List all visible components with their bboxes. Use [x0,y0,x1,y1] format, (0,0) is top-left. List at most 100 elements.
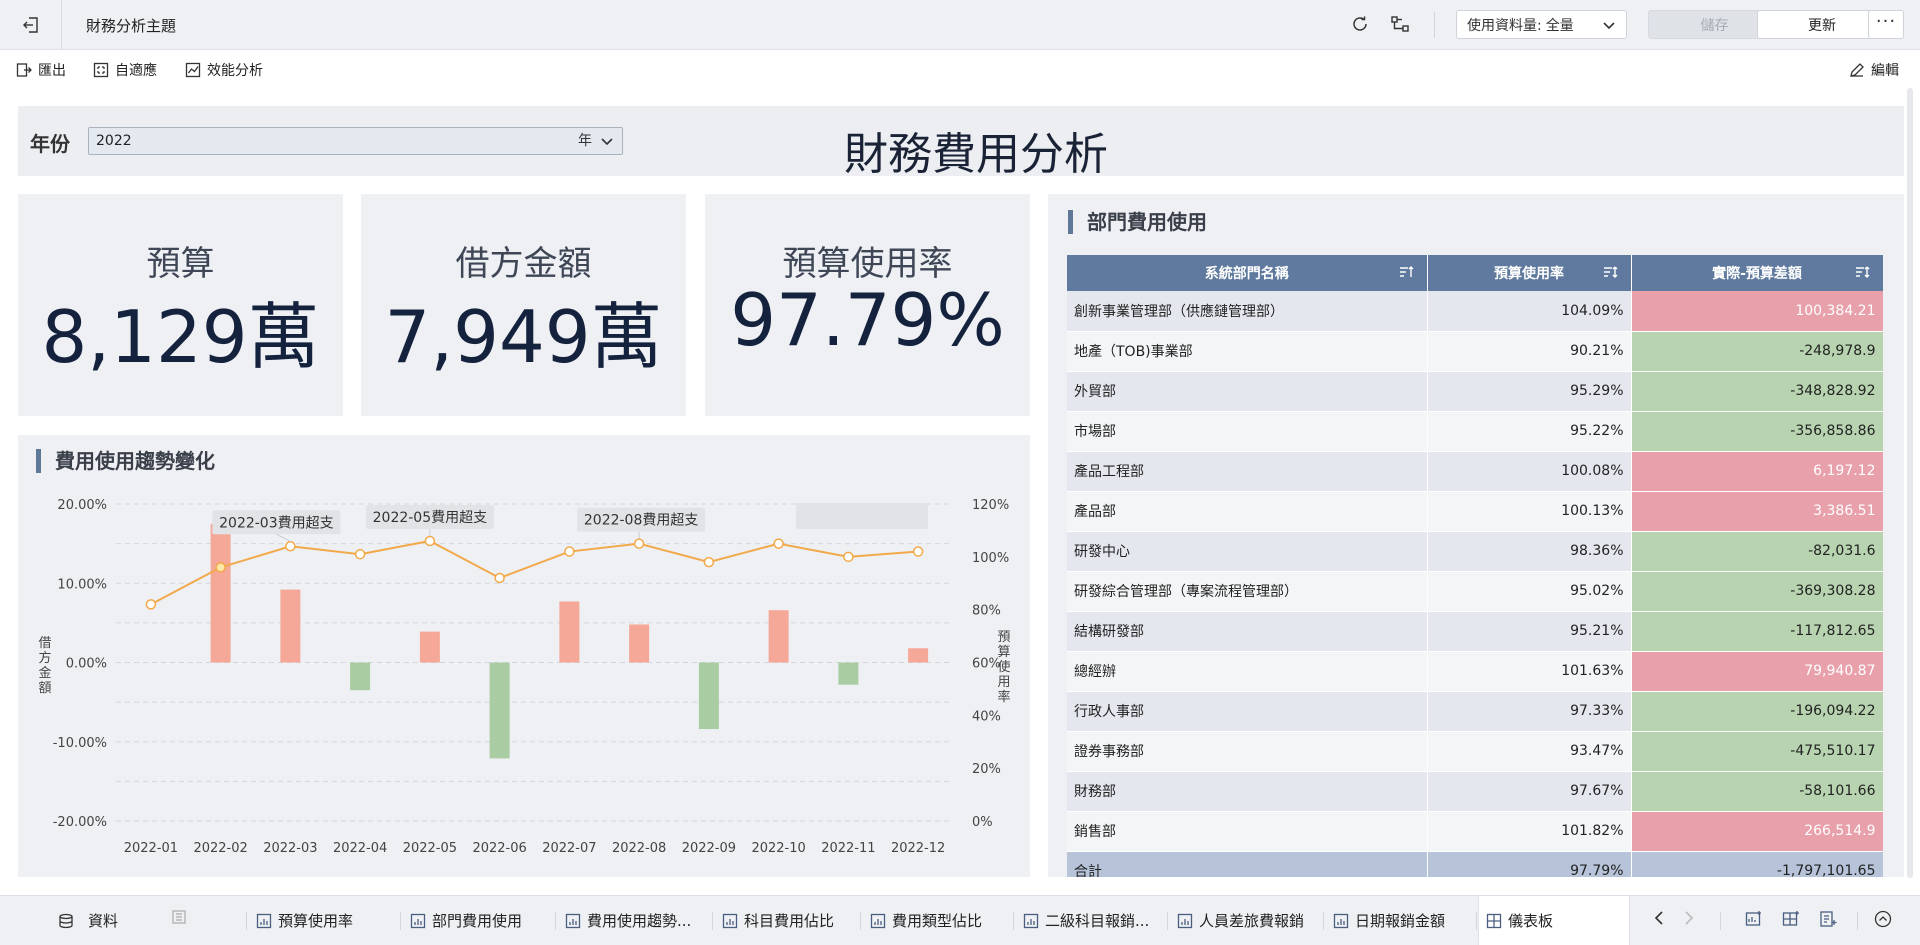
edit-label: 編輯 [1871,63,1899,79]
sheet-tab[interactable]: 科目費用佔比 [722,910,834,931]
more-button[interactable]: ··· [1868,10,1904,39]
panel-icon [172,910,186,924]
table-row[interactable]: 結構研發部 95.21% -117,812.65 [1067,611,1883,652]
annotation-placeholder [796,503,928,529]
sheet-tab[interactable]: 部門費用使用 [410,910,522,931]
line-point [145,599,157,610]
bar [559,601,580,663]
lineage-button[interactable] [1390,14,1410,38]
y-tick-label: 0.00% [66,657,107,672]
column-header-diff[interactable]: 實際-預算差額 [1631,255,1883,291]
collapsed-panel-icon[interactable] [172,910,186,924]
y-tick-label: 10.00% [57,577,107,592]
usage-rate-line [150,539,919,606]
chevron-left-icon [1654,911,1663,925]
tab-label: 日期報銷金額 [1355,912,1446,930]
tab-label: 二級科目報銷... [1045,912,1150,930]
bar-chart-icon [870,913,886,928]
tab-label: 部門費用使用 [432,912,523,930]
usage-rate-cell: 95.21% [1427,611,1632,652]
column-header-rate[interactable]: 預算使用率 [1427,255,1632,291]
chevron-down-icon [1603,22,1615,30]
table-row[interactable]: 證券事務部 93.47% -475,510.17 [1067,731,1883,772]
table-row[interactable]: 產品部 100.13% 3,386.51 [1067,491,1883,532]
sheet-tab[interactable]: 預算使用率 [256,910,353,931]
y-tick-label: -20.00% [53,815,107,830]
line-point [424,535,436,547]
performance-button[interactable]: 效能分析 [185,60,263,80]
tab-data[interactable]: 資料 [58,910,118,931]
collapse-tabs-button[interactable] [1874,910,1892,928]
table-row[interactable]: 銷售部 101.82% 266,514.9 [1067,811,1883,852]
dept-name-cell: 證券事務部 [1067,731,1428,772]
sheet-tab-bar: 資料 預算使用率 部門費用使用 費用使用趨勢... 科目費用佔比 費用類型佔比 二級科目報… [0,895,1920,945]
total-label-cell: 合計 [1067,851,1428,877]
add-component-button[interactable] [1745,910,1763,928]
tab-dashboard-active[interactable]: 儀表板 [1486,910,1553,931]
divider [246,912,247,930]
sort-icon[interactable] [1603,265,1619,279]
dept-name-cell: 產品部 [1067,491,1428,532]
trend-panel: 費用使用趨勢變化 20.00% 10.00% 0.00% -10.00% -20.00%… [18,435,1030,877]
sheet-tab[interactable]: 二級科目報銷... [1023,910,1149,931]
sheet-tab[interactable]: 費用使用趨勢... [565,910,691,931]
tab-label: 資料 [88,912,119,930]
usage-rate-cell: 101.63% [1427,651,1632,692]
kpi-budget-card: 預算 8,129萬 [18,194,343,416]
action-toolbar: 匯出 自適應 效能分析 編輯 [0,51,1920,87]
dept-panel-title: 部門費用使用 [1068,210,1207,234]
table-row[interactable]: 總經辦 101.63% 79,940.87 [1067,651,1883,692]
table-row[interactable]: 市場部 95.22% -356,858.86 [1067,411,1883,452]
sort-icon[interactable] [1399,265,1415,279]
table-row[interactable]: 地產（TOB)事業部 90.21% -248,978.9 [1067,331,1883,372]
column-header-dept[interactable]: 系統部門名稱 [1067,255,1428,291]
refresh-button[interactable] [1350,14,1370,38]
next-tab-button[interactable] [1682,910,1696,926]
dept-name-cell: 創新事業管理部（供應鏈管理部） [1067,291,1428,332]
table-row[interactable]: 產品工程部 100.08% 6,197.12 [1067,451,1883,492]
vertical-scrollbar[interactable] [1907,88,1913,878]
sheet-tab[interactable]: 人員差旅費報銷 [1177,910,1304,931]
performance-icon [185,62,201,78]
table-row[interactable]: 研發中心 98.36% -82,031.6 [1067,531,1883,572]
y2-axis-title: 算 [997,645,1010,660]
sheet-tab[interactable]: 費用類型佔比 [870,910,982,931]
y2-tick-label: 120% [972,498,1009,513]
sort-icon[interactable] [1855,265,1871,279]
bar [350,662,371,691]
table-row[interactable]: 行政人事部 97.33% -196,094.22 [1067,691,1883,732]
bar-chart-icon [256,913,272,928]
annotation-label: 2022-05費用超支 [373,510,488,526]
table-row[interactable]: 創新事業管理部（供應鏈管理部） 104.09% 100,384.21 [1067,291,1883,332]
sheet-tab[interactable]: 日期報銷金額 [1333,910,1445,931]
add-report-button[interactable] [1819,910,1837,928]
table-row[interactable]: 研發綜合管理部（專案流程管理部） 95.02% -369,308.28 [1067,571,1883,612]
export-button[interactable]: 匯出 [16,60,66,80]
x-tick-label: 2022-04 [333,841,387,856]
add-dashboard-button[interactable] [1782,910,1800,928]
data-volume-select[interactable]: 使用資料量: 全量 [1456,10,1627,39]
diff-cell: -348,828.92 [1631,371,1883,412]
data-volume-label: 使用資料量: [1467,17,1542,34]
table-row[interactable]: 外貿部 95.29% -348,828.92 [1067,371,1883,412]
y-axis-title: 借 [38,636,51,651]
edit-button[interactable]: 編輯 [1849,60,1899,80]
dept-name-cell: 行政人事部 [1067,691,1428,732]
exit-button[interactable] [0,0,62,50]
prev-tab-button[interactable] [1652,910,1666,926]
x-tick-label: 2022-01 [124,841,178,856]
usage-rate-cell: 95.22% [1427,411,1632,452]
y-tick-label: 20.00% [57,498,107,513]
dept-table-body: 創新事業管理部（供應鏈管理部） 104.09% 100,384.21 地產（TOB)事… [1067,291,1883,877]
x-tick-label: 2022-06 [472,841,526,856]
adaptive-button[interactable]: 自適應 [93,60,157,80]
table-row[interactable]: 財務部 97.67% -58,101.66 [1067,771,1883,812]
y2-axis-title: 用 [997,675,1010,690]
diff-cell: -82,031.6 [1631,531,1883,572]
dept-name-cell: 研發中心 [1067,531,1428,572]
kpi-usage-rate-card: 預算使用率 97.79% [705,194,1030,416]
usage-rate-cell: 98.36% [1427,531,1632,572]
adaptive-icon [93,62,109,78]
bar-chart-icon [410,913,426,928]
diff-cell: 3,386.51 [1631,491,1883,532]
